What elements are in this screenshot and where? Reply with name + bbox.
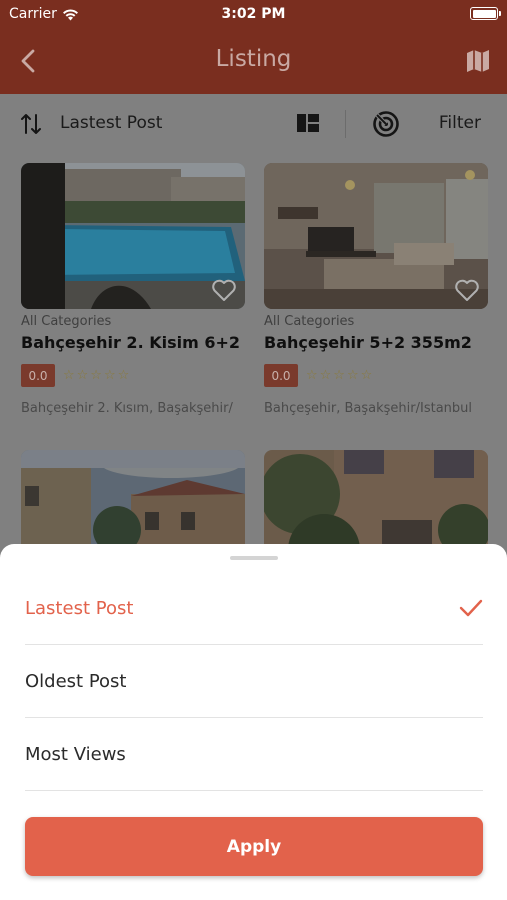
nav-bar: Listing (0, 28, 507, 94)
rating-row: 0.0 ☆☆☆☆☆ (264, 364, 488, 387)
sort-label[interactable]: Lastest Post (60, 113, 162, 133)
sort-option-label: Oldest Post (25, 670, 127, 692)
star-rating-icon: ☆☆☆☆☆ (306, 368, 375, 383)
battery-icon (470, 7, 501, 20)
listing-name[interactable]: Bahçeşehir 2. Kisim 6+2 (21, 333, 245, 352)
apply-button[interactable]: Apply (25, 817, 483, 876)
listing-photo (264, 163, 488, 309)
page-title: Listing (215, 46, 292, 72)
sort-option-most-views[interactable]: Most Views (25, 718, 483, 791)
star-rating-icon: ☆☆☆☆☆ (63, 368, 132, 383)
filter-button[interactable]: Filter (439, 113, 481, 133)
grid-view-icon[interactable] (297, 114, 319, 132)
sort-icon[interactable] (20, 111, 42, 137)
listing-card[interactable]: All Categories Bahçeşehir 2. Kisim 6+2 0… (21, 163, 245, 416)
listing-address: Bahçeşehir 2. Kısım, Başakşehir/ (21, 401, 233, 416)
checkmark-icon (459, 599, 483, 617)
sort-option-oldest-post[interactable]: Oldest Post (25, 645, 483, 718)
sort-filter-toolbar: Lastest Post Filter (0, 94, 507, 154)
listing-card[interactable]: All Categories Bahçeşehir 5+2 355m2 0.0 … (264, 163, 488, 416)
sort-option-label: Lastest Post (25, 597, 134, 619)
listing-photo (21, 163, 245, 309)
sort-bottom-sheet: Lastest Post Oldest Post Most Views Appl… (0, 544, 507, 900)
status-bar: Carrier 3:02 PM (0, 0, 507, 28)
listing-address: Bahçeşehir, Başakşehir/İstanbul (264, 401, 473, 416)
listing-category: All Categories (264, 314, 355, 329)
radar-icon[interactable] (372, 110, 400, 138)
rating-badge: 0.0 (21, 364, 55, 387)
favorite-heart-icon[interactable] (211, 278, 237, 302)
favorite-heart-icon[interactable] (454, 278, 480, 302)
map-icon[interactable] (465, 48, 491, 74)
clock: 3:02 PM (221, 6, 286, 22)
sort-option-label: Most Views (25, 743, 126, 765)
toolbar-divider (345, 110, 346, 138)
listing-category: All Categories (21, 314, 112, 329)
rating-row: 0.0 ☆☆☆☆☆ (21, 364, 245, 387)
rating-badge: 0.0 (264, 364, 298, 387)
listing-name[interactable]: Bahçeşehir 5+2 355m2 (264, 333, 488, 352)
sort-option-lastest-post[interactable]: Lastest Post (25, 572, 483, 645)
sheet-grabber[interactable] (230, 556, 278, 560)
